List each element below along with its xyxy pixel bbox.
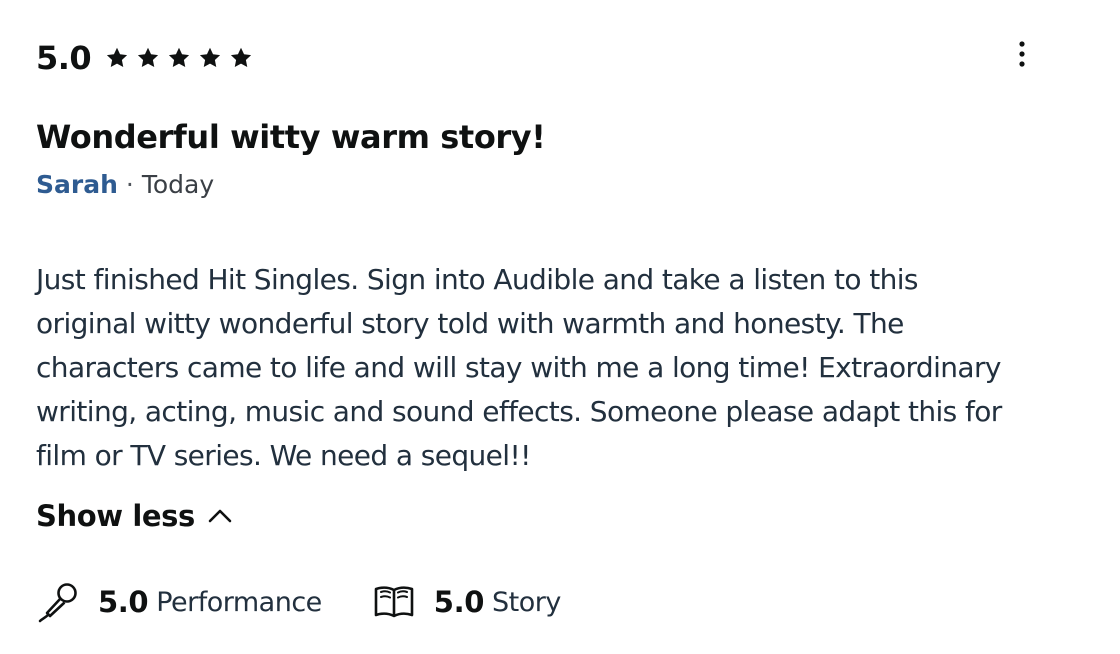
review-body-line: original witty wonderful story told with… <box>36 307 904 340</box>
show-less-button[interactable]: Show less <box>36 496 233 536</box>
byline-separator: · <box>125 170 134 199</box>
sub-ratings: 5.0 Performance 5.0 Story <box>36 578 561 626</box>
story-label: Story <box>491 586 561 618</box>
review-body-line: writing, acting, music and sound effects… <box>36 395 1002 428</box>
star-icon <box>136 46 160 70</box>
review-body: Just finished Hit Singles. Sign into Aud… <box>36 258 1076 478</box>
review-date: Today <box>141 170 215 199</box>
review-byline: Sarah · Today <box>36 170 214 199</box>
review-card: 5.0 Wonderful witty warm story! Sarah · … <box>0 0 1120 654</box>
sub-rating-performance: 5.0 Performance <box>36 580 322 624</box>
review-body-line: Just finished Hit Singles. Sign into Aud… <box>36 263 919 296</box>
review-body-line: characters came to life and will stay wi… <box>36 351 1001 384</box>
star-icon <box>229 46 253 70</box>
story-score: 5.0 <box>433 585 485 619</box>
more-options-button[interactable] <box>1008 36 1036 72</box>
performance-label: Performance <box>156 586 322 618</box>
review-body-line: film or TV series. We need a sequel!! <box>36 439 531 472</box>
star-icon <box>198 46 222 70</box>
chevron-up-icon <box>207 503 233 529</box>
sub-rating-story: 5.0 Story <box>372 580 561 624</box>
author-link[interactable]: Sarah <box>36 170 118 199</box>
more-vertical-icon <box>1018 40 1026 68</box>
microphone-icon <box>36 580 80 624</box>
book-icon <box>372 580 416 624</box>
overall-score: 5.0 <box>36 39 92 77</box>
overall-rating: 5.0 <box>36 38 253 78</box>
star-rating <box>105 46 253 70</box>
star-icon <box>167 46 191 70</box>
show-less-label: Show less <box>36 499 195 533</box>
star-icon <box>105 46 129 70</box>
review-title: Wonderful witty warm story! <box>36 118 546 156</box>
performance-score: 5.0 <box>98 585 149 619</box>
